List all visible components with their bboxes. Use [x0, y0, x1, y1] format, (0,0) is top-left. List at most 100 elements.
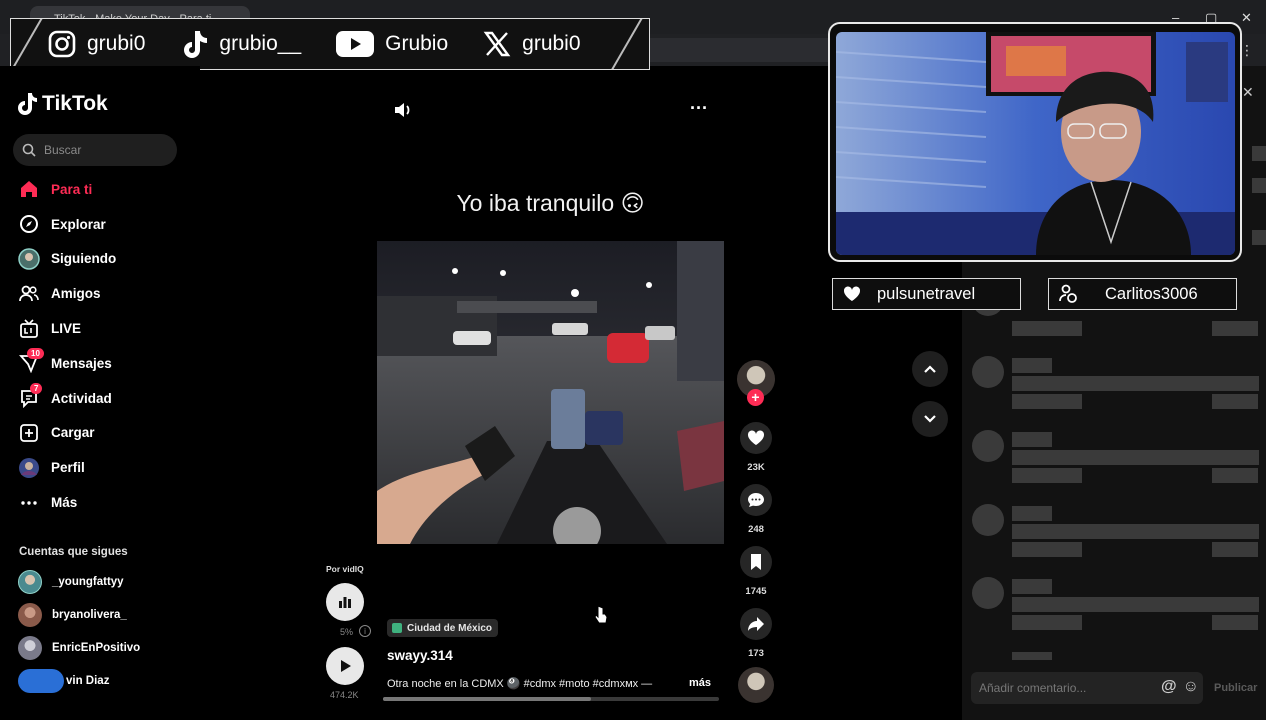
comment-count: 248 — [748, 524, 764, 535]
nav-item-actividad[interactable]: 7 Actividad — [18, 381, 198, 416]
nav-label: Para ti — [51, 181, 93, 197]
bar-chart-icon — [339, 597, 351, 608]
skeleton-avatar — [972, 430, 1004, 462]
skeleton-bar — [1252, 230, 1266, 245]
publish-button[interactable]: Publicar — [1214, 682, 1257, 694]
vidiq-stats-button[interactable] — [326, 583, 364, 621]
youtube-handle: Grubio — [385, 32, 449, 55]
close-window-button[interactable]: ✕ — [1241, 10, 1252, 26]
video-author[interactable]: swayy.314 — [387, 648, 453, 663]
nav-label: Mensajes — [51, 355, 112, 371]
skeleton-bar — [1012, 652, 1052, 660]
skeleton-bar — [1012, 542, 1082, 557]
tiktok-logo[interactable]: TikTok — [18, 92, 108, 116]
social-tiktok: grubio__ — [179, 29, 301, 59]
video-description: Otra noche en la CDMX 🎱 #cdmx #moto #cdm… — [387, 678, 653, 690]
following-avatar-icon — [18, 248, 40, 270]
volume-icon[interactable] — [393, 100, 413, 125]
share-button[interactable] — [740, 608, 772, 640]
following-name: vin Diaz — [66, 674, 110, 687]
comment-skeleton — [962, 504, 1266, 574]
share-icon — [748, 617, 764, 631]
nav-item-mas[interactable]: Más — [18, 485, 198, 520]
x-handle: grubi0 — [522, 32, 581, 55]
home-icon — [18, 178, 40, 200]
following-item[interactable]: _youngfattyy — [18, 565, 198, 598]
comment-icon — [748, 493, 764, 507]
skeleton-bar — [1012, 597, 1259, 612]
nav-label: Más — [51, 495, 78, 511]
comment-skeleton — [962, 356, 1266, 426]
following-name: bryanolivera_ — [52, 608, 127, 621]
upload-icon — [18, 422, 40, 444]
mouse-cursor-icon — [594, 605, 608, 624]
video-progress-bar[interactable] — [383, 697, 719, 701]
activity-badge: 7 — [30, 382, 43, 394]
like-count: 23K — [747, 462, 765, 473]
nav-item-siguiendo[interactable]: Siguiendo — [18, 242, 198, 277]
next-video-button[interactable] — [912, 401, 948, 437]
follow-plus-icon[interactable]: + — [747, 389, 764, 406]
social-youtube: Grubio — [335, 29, 448, 59]
skeleton-avatar — [972, 504, 1004, 536]
play-icon — [341, 660, 351, 672]
skeleton-bar — [1012, 615, 1082, 630]
mention-icon[interactable]: @ — [1161, 678, 1177, 696]
nav-label: Perfil — [51, 460, 85, 476]
social-instagram: grubi0 — [47, 29, 145, 59]
skeleton-bar — [1212, 468, 1258, 483]
user-coin-icon — [1057, 283, 1079, 305]
avatar — [18, 635, 42, 660]
comment-button[interactable] — [740, 484, 772, 516]
search-placeholder: Buscar — [44, 143, 82, 157]
nav-item-mensajes[interactable]: 10 Mensajes — [18, 346, 198, 381]
play-button[interactable] — [326, 647, 364, 685]
nav-item-para-ti[interactable]: Para ti — [18, 172, 198, 207]
nav-item-explorar[interactable]: Explorar — [18, 207, 198, 242]
supporter-alert-tag: Carlitos3006 — [1048, 278, 1237, 310]
following-item[interactable]: EnricEnPositivo — [18, 631, 198, 664]
vidiq-label: Por vidIQ — [326, 564, 364, 574]
video-player[interactable] — [377, 241, 724, 544]
previous-video-button[interactable] — [912, 351, 948, 387]
sound-disc-avatar[interactable] — [738, 667, 774, 703]
browser-menu-icon[interactable]: ⋮ — [1240, 42, 1254, 59]
instagram-handle: grubi0 — [87, 32, 146, 55]
search-input[interactable]: Buscar — [13, 134, 177, 166]
compass-icon — [18, 213, 40, 235]
more-link[interactable]: más — [689, 677, 711, 689]
close-icon[interactable]: ✕ — [1242, 84, 1254, 101]
webcam-image — [836, 32, 1235, 255]
friends-icon — [18, 283, 40, 305]
location-tag[interactable]: Ciudad de México — [387, 619, 499, 637]
following-item[interactable]: bryanolivera_ — [18, 598, 198, 631]
nav-item-amigos[interactable]: Amigos — [18, 276, 198, 311]
more-dots-icon — [18, 492, 40, 514]
nav-item-live[interactable]: LIVE — [18, 311, 198, 346]
nav-item-perfil[interactable]: Perfil — [18, 450, 198, 485]
skeleton-bar — [1012, 321, 1082, 336]
skeleton-bar — [1012, 376, 1259, 391]
messages-badge: 10 — [27, 347, 44, 359]
webcam-feed — [836, 32, 1235, 255]
skeleton-bar — [1212, 321, 1258, 336]
nav-item-cargar[interactable]: Cargar — [18, 416, 198, 451]
like-button[interactable] — [740, 422, 772, 454]
main-nav: Para ti Explorar Siguiendo Amigos LIVE 1… — [18, 172, 198, 520]
following-item[interactable]: vin Diaz — [18, 664, 198, 697]
skeleton-bar — [1012, 450, 1259, 465]
tiktok-handle: grubio__ — [219, 32, 302, 55]
x-icon — [482, 29, 512, 59]
info-icon[interactable]: i — [359, 625, 371, 637]
emoji-icon[interactable]: ☺ — [1183, 678, 1199, 696]
following-name: _youngfattyy — [52, 575, 124, 588]
comment-input[interactable]: Añadir comentario... @ ☺ — [971, 672, 1203, 704]
avatar — [18, 602, 42, 627]
tiktok-icon — [179, 29, 209, 59]
skeleton-bar — [1012, 506, 1052, 521]
view-count: 474.2K — [330, 690, 359, 700]
more-options-icon[interactable]: ··· — [690, 98, 708, 119]
skeleton-bar — [1012, 579, 1052, 594]
save-button[interactable] — [740, 546, 772, 578]
following-name: EnricEnPositivo — [52, 641, 141, 654]
